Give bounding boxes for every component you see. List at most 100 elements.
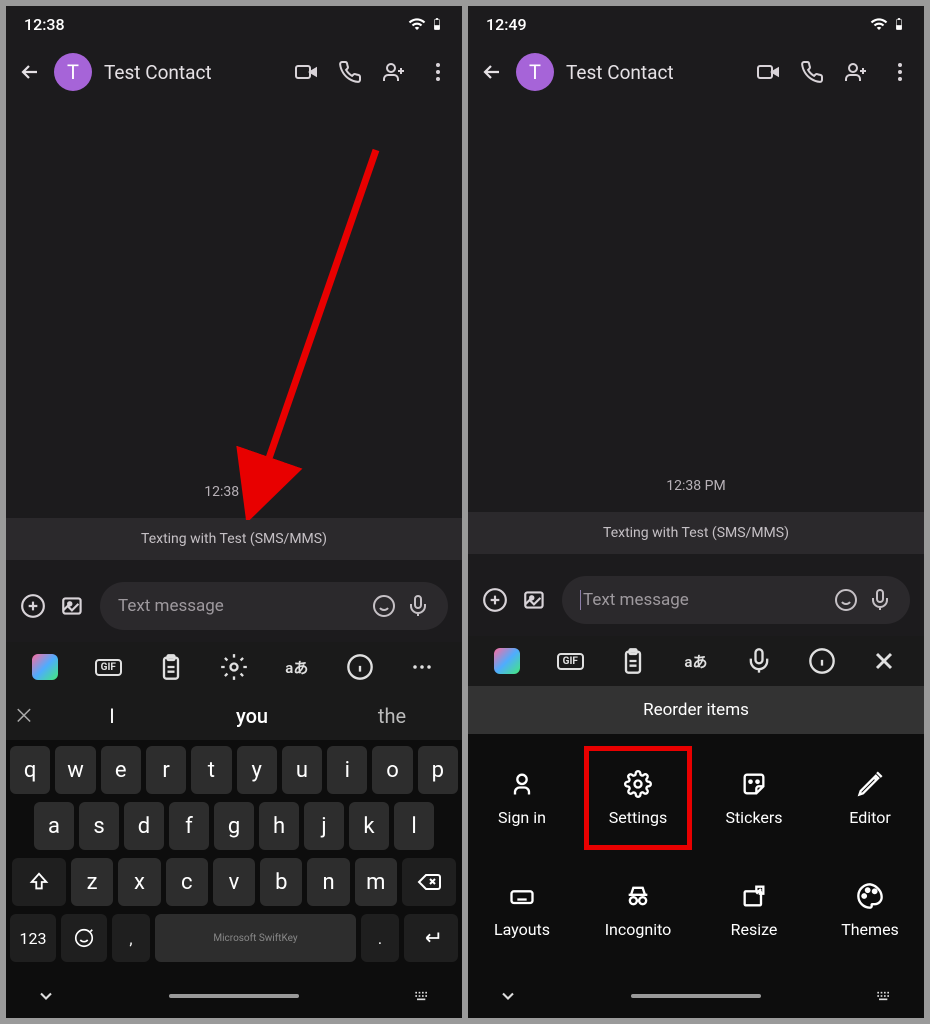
grid-item-stickers[interactable]: Stickers — [700, 746, 808, 850]
add-attachment-icon[interactable] — [482, 587, 508, 613]
key-w[interactable]: w — [55, 746, 95, 794]
grid-item-incognito[interactable]: Incognito — [584, 858, 692, 962]
spacebar[interactable]: Microsoft SwiftKey — [155, 914, 356, 962]
status-time: 12:38 — [24, 15, 65, 34]
contact-avatar[interactable]: T — [516, 53, 554, 91]
key-g[interactable]: g — [214, 802, 254, 850]
key-o[interactable]: o — [372, 746, 412, 794]
key-c[interactable]: c — [166, 858, 208, 906]
back-button[interactable] — [480, 60, 504, 84]
nav-bar — [6, 974, 462, 1018]
key-d[interactable]: d — [124, 802, 164, 850]
clipboard-icon[interactable] — [619, 647, 647, 675]
back-button[interactable] — [18, 60, 42, 84]
shift-key[interactable] — [12, 858, 66, 906]
add-person-icon[interactable] — [382, 60, 406, 84]
key-s[interactable]: s — [79, 802, 119, 850]
dismiss-suggestions-icon[interactable]: ⨉ — [6, 706, 42, 727]
info-icon[interactable] — [808, 647, 836, 675]
contact-name[interactable]: Test Contact — [104, 61, 282, 84]
clipboard-icon[interactable] — [157, 653, 185, 681]
grid-item-sign-in[interactable]: Sign in — [468, 746, 576, 850]
reorder-header: Reorder items — [468, 686, 924, 734]
key-l[interactable]: l — [394, 802, 434, 850]
backspace-key[interactable] — [402, 858, 456, 906]
key-z[interactable]: z — [71, 858, 113, 906]
key-f[interactable]: f — [169, 802, 209, 850]
mic-icon[interactable] — [406, 594, 430, 618]
mic-icon[interactable] — [868, 588, 892, 612]
contact-avatar[interactable]: T — [54, 53, 92, 91]
mic-toolbar-icon[interactable] — [745, 647, 773, 675]
message-input[interactable] — [118, 596, 362, 616]
avatar-initial: T — [67, 60, 79, 84]
enter-key[interactable] — [404, 914, 458, 962]
key-v[interactable]: v — [213, 858, 255, 906]
key-x[interactable]: x — [118, 858, 160, 906]
keyboard-switch-icon[interactable] — [874, 986, 894, 1006]
comma-key[interactable]: , — [112, 914, 150, 962]
key-j[interactable]: j — [304, 802, 344, 850]
chevron-down-icon[interactable] — [36, 986, 56, 1006]
nav-handle[interactable] — [169, 994, 299, 998]
nav-bar — [468, 974, 924, 1018]
key-y[interactable]: y — [237, 746, 277, 794]
videocall-icon[interactable] — [294, 60, 318, 84]
emoji-key[interactable] — [61, 914, 107, 962]
translate-icon[interactable]: aあ — [283, 653, 311, 681]
more-horizontal-icon[interactable] — [408, 653, 436, 681]
phone-icon[interactable] — [800, 60, 824, 84]
key-a[interactable]: a — [34, 802, 74, 850]
key-k[interactable]: k — [349, 802, 389, 850]
editor-icon — [856, 770, 884, 798]
status-icons — [870, 15, 906, 33]
key-h[interactable]: h — [259, 802, 299, 850]
key-r[interactable]: r — [146, 746, 186, 794]
phone-icon[interactable] — [338, 60, 362, 84]
gif-icon[interactable]: GIF — [556, 647, 584, 675]
layouts-icon — [508, 882, 536, 910]
keyboard-switch-icon[interactable] — [412, 986, 432, 1006]
suggestion-2[interactable]: you — [182, 704, 322, 728]
add-person-icon[interactable] — [844, 60, 868, 84]
key-b[interactable]: b — [260, 858, 302, 906]
grid-item-layouts[interactable]: Layouts — [468, 858, 576, 962]
phone-left: 12:38 T Test Contact 12:38 PM Texting wi… — [6, 6, 462, 1018]
gallery-icon[interactable] — [60, 593, 86, 619]
info-icon[interactable] — [346, 653, 374, 681]
copilot-icon[interactable] — [31, 653, 59, 681]
suggestion-3[interactable]: the — [322, 704, 462, 728]
key-n[interactable]: n — [307, 858, 349, 906]
copilot-icon[interactable] — [493, 647, 521, 675]
grid-item-themes[interactable]: Themes — [816, 858, 924, 962]
gif-icon[interactable]: GIF — [94, 653, 122, 681]
suggestion-1[interactable]: I — [42, 704, 182, 728]
chevron-down-icon[interactable] — [498, 986, 518, 1006]
gallery-icon[interactable] — [522, 587, 548, 613]
key-e[interactable]: e — [101, 746, 141, 794]
grid-item-resize[interactable]: Resize — [700, 858, 808, 962]
emoji-icon[interactable] — [834, 588, 858, 612]
grid-item-editor[interactable]: Editor — [816, 746, 924, 850]
grid-label: Settings — [609, 808, 667, 827]
key-t[interactable]: t — [191, 746, 231, 794]
message-input[interactable] — [580, 590, 824, 610]
contact-name[interactable]: Test Contact — [566, 61, 744, 84]
translate-icon[interactable]: aあ — [682, 647, 710, 675]
key-m[interactable]: m — [355, 858, 397, 906]
key-p[interactable]: p — [418, 746, 458, 794]
close-icon[interactable] — [870, 647, 898, 675]
emoji-icon[interactable] — [372, 594, 396, 618]
videocall-icon[interactable] — [756, 60, 780, 84]
more-icon[interactable] — [888, 60, 912, 84]
key-u[interactable]: u — [282, 746, 322, 794]
add-attachment-icon[interactable] — [20, 593, 46, 619]
more-icon[interactable] — [426, 60, 450, 84]
grid-item-settings[interactable]: Settings — [584, 746, 692, 850]
numbers-key[interactable]: 123 — [10, 914, 56, 962]
key-i[interactable]: i — [327, 746, 367, 794]
key-q[interactable]: q — [10, 746, 50, 794]
nav-handle[interactable] — [631, 994, 761, 998]
period-key[interactable]: . — [361, 914, 399, 962]
settings-gear-icon[interactable] — [220, 653, 248, 681]
